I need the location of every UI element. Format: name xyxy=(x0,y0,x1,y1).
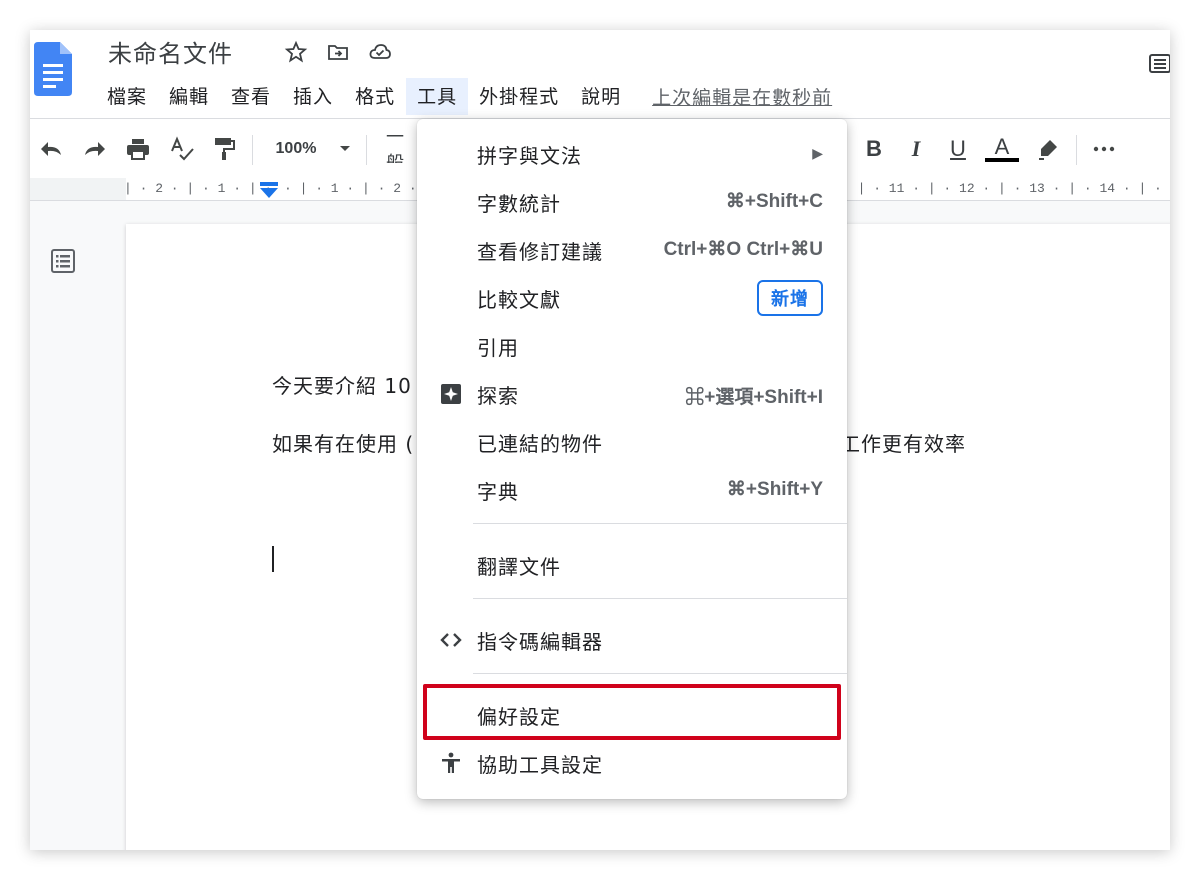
ruler-right-marks: · | · 11 · | · 12 · | · 13 · | · 14 · | … xyxy=(842,181,1170,196)
paint-format-icon[interactable] xyxy=(210,135,238,163)
star-icon[interactable] xyxy=(284,40,308,64)
menu-item-compare-documents[interactable]: 比較文獻 新增 xyxy=(417,274,847,322)
body-text-line-1: 今天要介紹 10 xyxy=(272,374,412,398)
toolbar-divider xyxy=(1076,135,1077,165)
menu-help[interactable]: 說明 xyxy=(570,78,632,115)
indent-marker-icon[interactable] xyxy=(258,181,280,199)
menu-item-accessibility-settings[interactable]: 協助工具設定 xyxy=(417,739,847,787)
menu-view[interactable]: 查看 xyxy=(220,78,282,115)
menu-item-word-count[interactable]: 字數統計 ⌘+Shift+C xyxy=(417,178,847,226)
ruler-left-marks: | · 2 · | · 1 · | · xyxy=(124,181,273,196)
header: 未命名文件 檔案 編輯 查看 插入 格式 工具 外掛程式 說明 上次編輯是在數秒… xyxy=(30,30,1170,118)
body-text-line-2-left: 如果有在使用 ( xyxy=(272,432,415,456)
italic-button[interactable]: I xyxy=(902,135,930,163)
menu-item-script-editor[interactable]: 指令碼編輯器 xyxy=(417,616,847,664)
menu-item-translate-document[interactable]: 翻譯文件 xyxy=(417,541,847,589)
toolbar-divider xyxy=(366,135,367,165)
menu-insert[interactable]: 插入 xyxy=(282,78,344,115)
underline-button[interactable]: U xyxy=(944,135,972,163)
menu-item-spelling-grammar[interactable]: 拼字與文法 ▶ xyxy=(417,130,847,178)
menu-addons[interactable]: 外掛程式 xyxy=(468,78,570,115)
google-docs-logo-icon[interactable] xyxy=(34,42,72,96)
menu-item-review-suggestions[interactable]: 查看修訂建議 Ctrl+⌘O Ctrl+⌘U xyxy=(417,226,847,274)
toolbar-divider xyxy=(252,135,253,165)
body-text-line-2-right: 工作更有效率 xyxy=(840,432,966,456)
menu-item-dictionary[interactable]: 字典 ⌘+Shift+Y xyxy=(417,466,847,514)
cloud-saved-icon[interactable] xyxy=(368,40,392,64)
print-icon[interactable] xyxy=(124,135,152,163)
code-icon xyxy=(440,633,462,647)
ruler-mid-marks: · | · 1 · | · 2 · | xyxy=(284,181,433,196)
comments-icon[interactable] xyxy=(1148,52,1170,74)
new-badge: 新增 xyxy=(757,280,823,316)
highlight-color-icon[interactable] xyxy=(1034,135,1062,163)
zoom-value: 100% xyxy=(275,140,317,157)
menu-edit[interactable]: 編輯 xyxy=(158,78,220,115)
document-title[interactable]: 未命名文件 xyxy=(108,34,233,69)
submenu-arrow-icon: ▶ xyxy=(812,146,823,162)
title-actions xyxy=(284,40,392,64)
explore-icon xyxy=(441,384,461,404)
accessibility-icon xyxy=(442,752,460,773)
undo-icon[interactable] xyxy=(38,135,66,163)
preferences-highlight-box xyxy=(423,684,841,740)
menu-divider xyxy=(473,673,847,674)
chevron-down-icon xyxy=(340,146,351,151)
spellcheck-icon[interactable] xyxy=(168,135,196,163)
text-color-button[interactable]: A xyxy=(984,135,1020,163)
document-outline-icon[interactable] xyxy=(50,248,76,274)
bold-button[interactable]: B xyxy=(860,135,888,163)
move-folder-icon[interactable] xyxy=(326,40,350,64)
menu-divider xyxy=(473,598,847,599)
menu-file[interactable]: 檔案 xyxy=(96,78,158,115)
style-select[interactable]: 一般 xyxy=(386,135,416,163)
menu-item-linked-objects[interactable]: 已連結的物件 xyxy=(417,418,847,466)
app-window: 未命名文件 檔案 編輯 查看 插入 格式 工具 外掛程式 說明 上次編輯是在數秒… xyxy=(30,30,1170,850)
menu-format[interactable]: 格式 xyxy=(344,78,406,115)
menu-bar: 檔案 編輯 查看 插入 格式 工具 外掛程式 說明 上次編輯是在數秒前 xyxy=(96,78,832,115)
redo-icon[interactable] xyxy=(80,135,108,163)
menu-item-explore[interactable]: 探索 ⌘+選項+Shift+I xyxy=(417,370,847,418)
text-cursor xyxy=(272,546,274,572)
zoom-select[interactable]: 100% xyxy=(266,135,362,163)
menu-item-citations[interactable]: 引用 xyxy=(417,322,847,370)
text-color-swatch xyxy=(985,158,1019,162)
menu-tools[interactable]: 工具 xyxy=(406,78,469,115)
menu-divider xyxy=(473,523,847,524)
more-icon[interactable] xyxy=(1090,135,1118,163)
last-edit-link[interactable]: 上次編輯是在數秒前 xyxy=(652,83,832,110)
